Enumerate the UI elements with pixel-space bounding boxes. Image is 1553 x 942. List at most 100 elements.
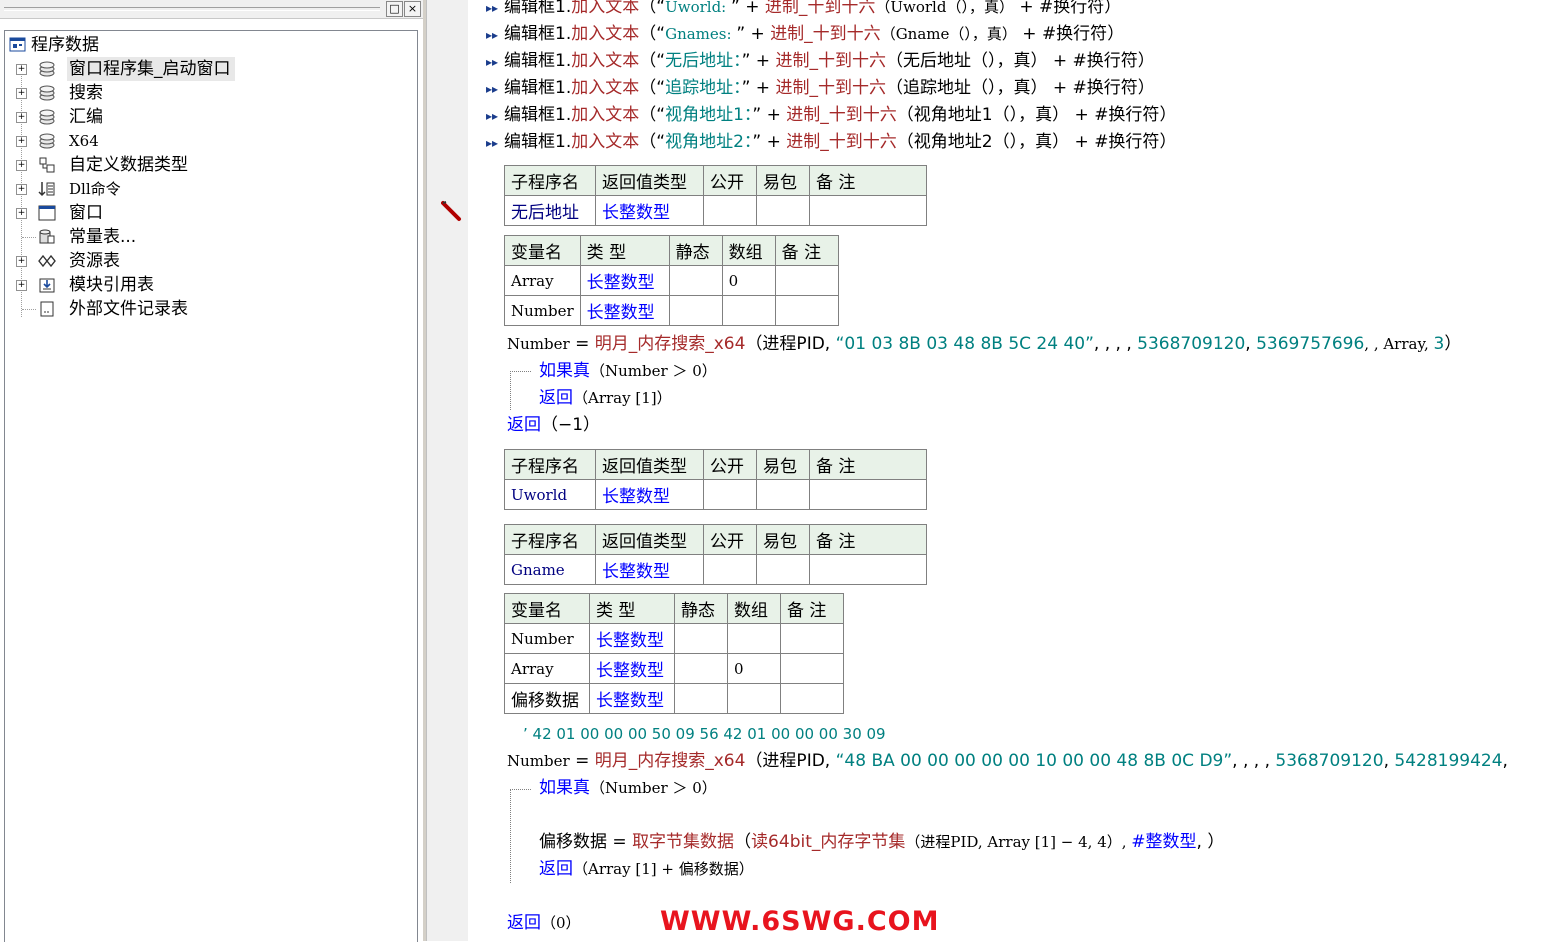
edit-pencil-icon xyxy=(441,201,461,221)
code-line[interactable]: 返回（Array [1] + 偏移数据） xyxy=(539,856,754,883)
code-line[interactable]: 返回（−1） xyxy=(507,412,600,439)
assembly-icon xyxy=(39,85,55,101)
code-gutter: − + xyxy=(426,0,488,941)
statement-arrow-icon: ▸▸ xyxy=(486,28,499,42)
var-name[interactable]: 偏移数据 xyxy=(504,683,590,714)
tree-item-label: 资源表 xyxy=(69,251,120,271)
col-header: 类 型 xyxy=(589,593,675,624)
subroutine-name[interactable]: Gname xyxy=(504,554,596,585)
static-cell[interactable] xyxy=(674,653,728,684)
col-header: 备 注 xyxy=(774,235,839,266)
subroutine-name[interactable]: Uworld xyxy=(504,479,596,510)
code-line[interactable]: ▸▸ 编辑框1.加入文本（“视角地址1：” + 进制_十到十六（视角地址1（），真… xyxy=(486,102,1176,129)
remark-cell[interactable] xyxy=(809,479,927,510)
code-line[interactable]: ▸▸ 编辑框1.加入文本（“无后地址：” + 进制_十到十六（无后地址（），真） … xyxy=(486,48,1155,75)
remark-cell[interactable] xyxy=(780,683,844,714)
assembly-icon xyxy=(39,133,55,149)
public-cell[interactable] xyxy=(703,554,757,585)
tree-item-startup-assembly[interactable]: + 窗口程序集_启动窗口 xyxy=(5,57,405,81)
code-line[interactable]: 偏移数据 = 取字节集数据（读64bit_内存字节集（进程PID, Array … xyxy=(539,829,1224,856)
var-type[interactable]: 长整数型 xyxy=(589,683,675,714)
var-name[interactable]: Array xyxy=(504,653,590,684)
static-cell[interactable] xyxy=(674,623,728,654)
array-cell[interactable] xyxy=(721,295,776,326)
code-line[interactable]: 如果真（Number ＞ 0） xyxy=(539,775,717,802)
close-button[interactable]: × xyxy=(404,1,421,17)
col-header: 备 注 xyxy=(809,165,927,196)
remark-cell[interactable] xyxy=(780,653,844,684)
col-header: 数组 xyxy=(721,235,776,266)
remark-cell[interactable] xyxy=(774,295,839,326)
panel-grip[interactable] xyxy=(4,7,380,11)
expand-icon[interactable]: + xyxy=(16,208,27,219)
easy-pkg-cell[interactable] xyxy=(756,195,810,226)
var-name[interactable]: Number xyxy=(504,623,590,654)
code-line[interactable]: Number = 明月_内存搜索_x64（进程PID, “48 BA 00 00… xyxy=(507,748,1508,775)
expand-icon[interactable]: + xyxy=(16,184,27,195)
col-header: 公开 xyxy=(703,165,757,196)
array-cell[interactable] xyxy=(727,683,781,714)
code-line[interactable]: ▸▸ 编辑框1.加入文本（“Gnames: ” + 进制_十到十六（Gname（）… xyxy=(486,21,1124,48)
remark-cell[interactable] xyxy=(809,554,927,585)
array-cell[interactable]: 0 xyxy=(721,265,776,296)
var-type[interactable]: 长整数型 xyxy=(589,653,675,684)
var-type[interactable]: 长整数型 xyxy=(579,265,670,296)
var-type[interactable]: 长整数型 xyxy=(589,623,675,654)
return-type[interactable]: 长整数型 xyxy=(595,479,704,510)
code-line[interactable]: ▸▸ 编辑框1.加入文本（“视角地址2：” + 进制_十到十六（视角地址2（），真… xyxy=(486,129,1176,156)
project-tree-panel: □ × 程序数据 + 窗口程序集_启动窗口 + 搜索 + 汇编 + X64 + … xyxy=(0,0,426,942)
col-header: 子程序名 xyxy=(504,524,596,555)
expand-icon[interactable]: + xyxy=(16,112,27,123)
public-cell[interactable] xyxy=(703,479,757,510)
col-header: 静态 xyxy=(674,593,728,624)
col-header: 子程序名 xyxy=(504,449,596,480)
tree-root-label: 程序数据 xyxy=(31,35,99,55)
watermark: WWW.6SWG.COM xyxy=(660,906,940,937)
tree-item-label: 常量表... xyxy=(69,227,137,247)
remark-cell[interactable] xyxy=(774,265,839,296)
expand-icon[interactable]: + xyxy=(16,136,27,147)
expand-icon[interactable]: + xyxy=(16,160,27,171)
col-header: 静态 xyxy=(668,235,723,266)
expand-icon[interactable]: + xyxy=(16,280,27,291)
array-cell[interactable] xyxy=(727,623,781,654)
code-line[interactable]: ▸▸ 编辑框1.加入文本（“Uworld: ” + 进制_十到十六（Uworld（… xyxy=(486,0,1121,21)
code-line[interactable]: ▸▸ 编辑框1.加入文本（“追踪地址：” + 进制_十到十六（追踪地址（），真） … xyxy=(486,75,1155,102)
static-cell[interactable] xyxy=(668,295,723,326)
subroutine-name[interactable]: 无后地址 xyxy=(504,195,596,226)
tree-line xyxy=(22,309,36,310)
resource-icon xyxy=(38,254,56,268)
statement-arrow-icon: ▸▸ xyxy=(486,1,499,15)
return-type[interactable]: 长整数型 xyxy=(595,195,704,226)
dll-icon xyxy=(38,182,55,197)
easy-pkg-cell[interactable] xyxy=(756,554,810,585)
code-editor[interactable]: ▸▸ 编辑框1.加入文本（“Uworld: ” + 进制_十到十六（Uworld（… xyxy=(468,0,1553,941)
project-tree: 程序数据 + 窗口程序集_启动窗口 + 搜索 + 汇编 + X64 + 自定义数… xyxy=(4,30,418,942)
code-line[interactable]: 如果真（Number ＞ 0） xyxy=(539,358,717,385)
public-cell[interactable] xyxy=(703,195,757,226)
tree-item-label: 窗口 xyxy=(69,203,103,223)
tree-item-label: 搜索 xyxy=(69,83,103,103)
code-line[interactable]: Number = 明月_内存搜索_x64（进程PID, “01 03 8B 03… xyxy=(507,331,1461,358)
expand-icon[interactable]: + xyxy=(16,256,27,267)
expand-icon[interactable]: + xyxy=(16,88,27,99)
static-cell[interactable] xyxy=(668,265,723,296)
remark-cell[interactable] xyxy=(809,195,927,226)
array-cell[interactable]: 0 xyxy=(727,653,781,684)
easy-pkg-cell[interactable] xyxy=(756,479,810,510)
static-cell[interactable] xyxy=(674,683,728,714)
expand-icon[interactable]: + xyxy=(16,64,27,75)
var-name[interactable]: Array xyxy=(504,265,581,296)
var-name[interactable]: Number xyxy=(504,295,581,326)
tree-item-label: Dll命令 xyxy=(69,180,121,198)
col-header: 变量名 xyxy=(504,235,581,266)
variable-table: 变量名 类 型 静态 数组 备 注 Array 长整数型 0 Number 长整… xyxy=(504,235,839,326)
return-type[interactable]: 长整数型 xyxy=(595,554,704,585)
col-header: 公开 xyxy=(703,449,757,480)
code-line[interactable]: 返回（Array [1]） xyxy=(539,385,672,412)
code-line[interactable]: 返回（0） xyxy=(507,910,581,937)
remark-cell[interactable] xyxy=(780,623,844,654)
var-type[interactable]: 长整数型 xyxy=(579,295,670,326)
restore-button[interactable]: □ xyxy=(386,1,403,17)
code-comment[interactable]: ’ 42 01 00 00 00 50 09 56 42 01 00 00 00… xyxy=(523,721,886,748)
